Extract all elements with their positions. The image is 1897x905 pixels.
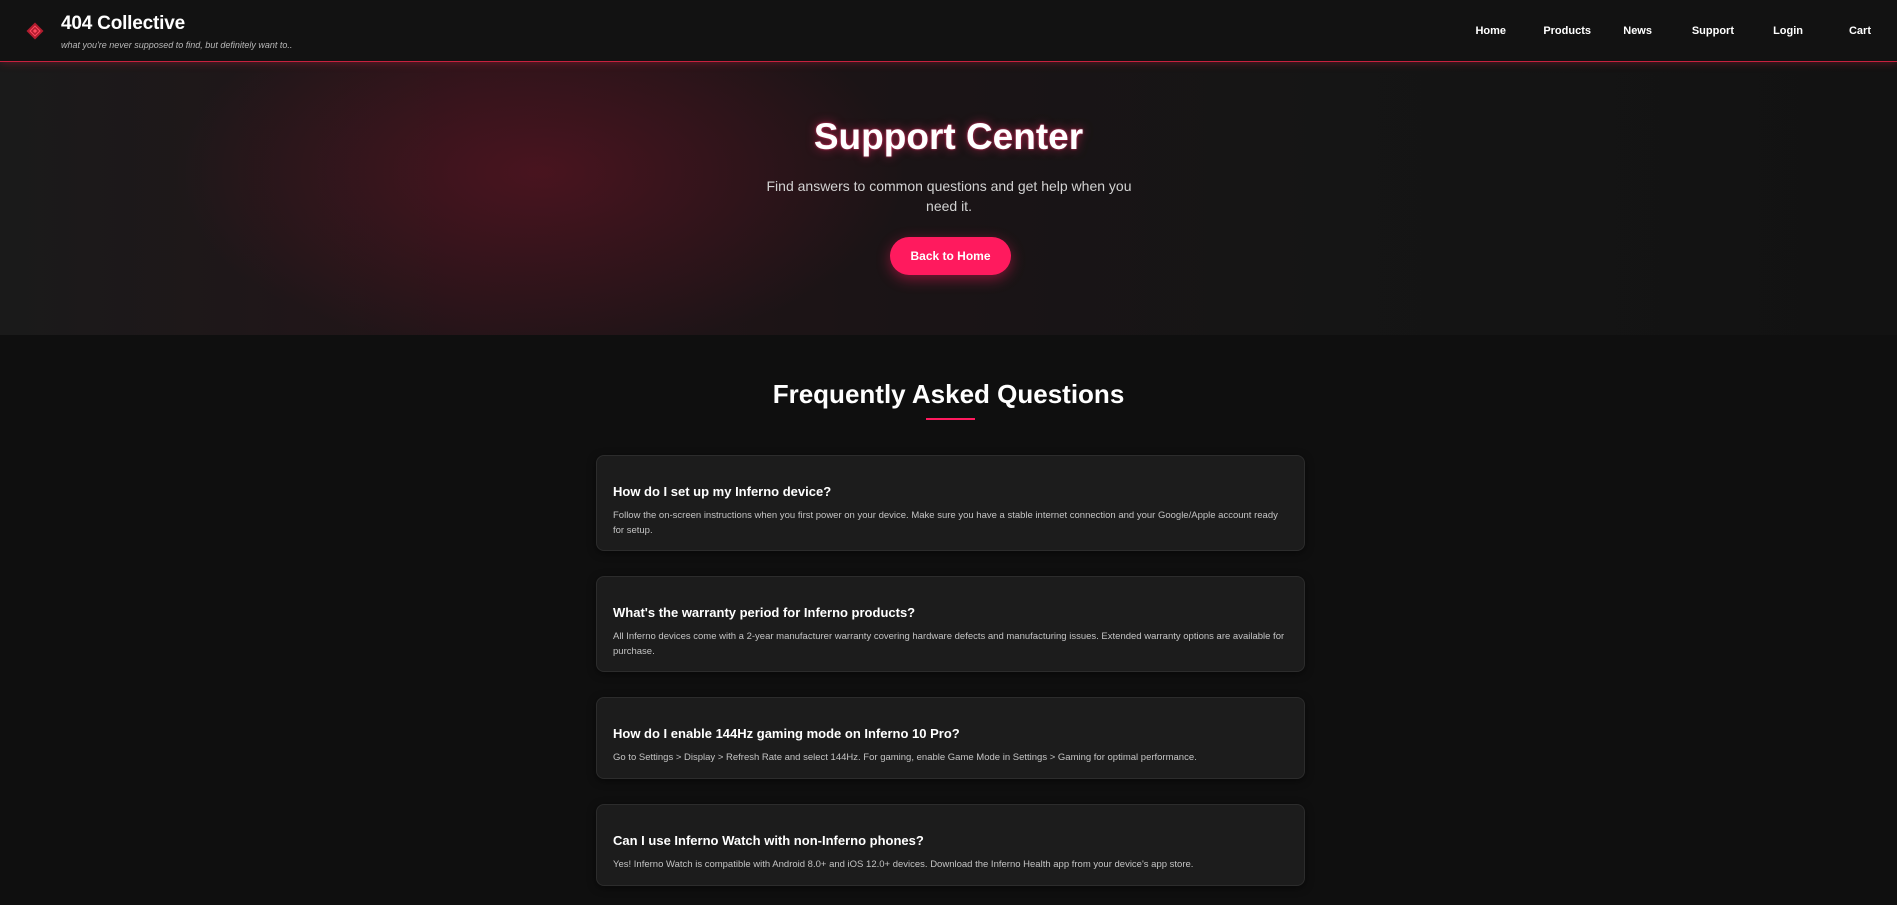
nav-home[interactable]: Home (1475, 25, 1506, 37)
faq-item[interactable]: How do I enable 144Hz gaming mode on Inf… (596, 697, 1305, 779)
diamond-logo-icon[interactable] (26, 22, 44, 40)
faq-answer: Follow the on-screen instructions when y… (613, 510, 1278, 536)
site-header: 404 Collective what you're never suppose… (0, 0, 1897, 62)
faq-title: Frequently Asked Questions (772, 379, 1125, 409)
nav-news[interactable]: News (1623, 25, 1652, 37)
title-underline (926, 418, 975, 420)
brand-title[interactable]: 404 Collective (61, 13, 185, 35)
faq-item[interactable]: Can I use Inferno Watch with non-Inferno… (596, 804, 1305, 886)
faq-section: Frequently Asked Questions How do I set … (0, 335, 1897, 905)
back-to-home-button[interactable]: Back to Home (890, 237, 1011, 275)
brand-tagline: what you're never supposed to find, but … (61, 40, 293, 50)
faq-question: Can I use Inferno Watch with non-Inferno… (613, 833, 924, 848)
hero-subtitle: Find answers to common questions and get… (766, 178, 1132, 214)
nav-cart[interactable]: Cart (1849, 25, 1871, 37)
faq-answer: Go to Settings > Display > Refresh Rate … (613, 752, 1197, 763)
faq-question: How do I enable 144Hz gaming mode on Inf… (613, 726, 960, 741)
faq-answer: All Inferno devices come with a 2-year m… (613, 631, 1285, 657)
nav-login[interactable]: Login (1773, 25, 1803, 37)
nav-support[interactable]: Support (1692, 25, 1734, 37)
faq-item[interactable]: How do I set up my Inferno device? Follo… (596, 455, 1305, 551)
faq-question: What's the warranty period for Inferno p… (613, 605, 916, 620)
faq-item[interactable]: What's the warranty period for Inferno p… (596, 576, 1305, 672)
hero-section: Support Center Find answers to common qu… (0, 62, 1897, 335)
page-title: Support Center (813, 116, 1084, 157)
faq-question: How do I set up my Inferno device? (613, 484, 832, 499)
faq-answer: Yes! Inferno Watch is compatible with An… (613, 859, 1194, 870)
nav-products[interactable]: Products (1543, 25, 1591, 37)
